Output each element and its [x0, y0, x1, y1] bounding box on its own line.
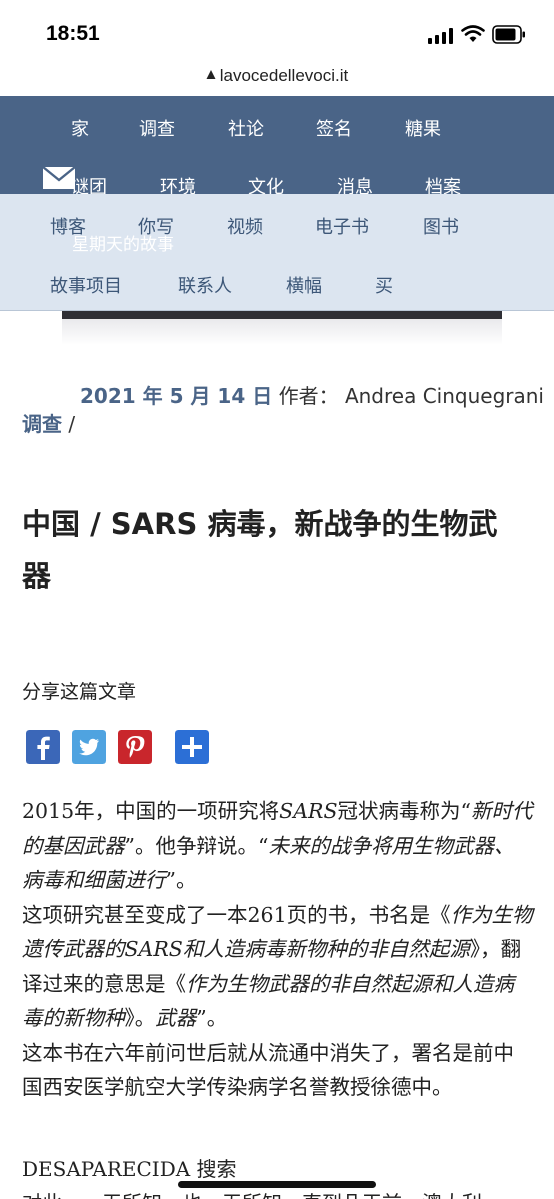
- address-bar[interactable]: lavocedellevoci.it: [0, 64, 554, 96]
- p1-italic-sars: SARS: [279, 799, 338, 823]
- cellular-signal-icon: [428, 28, 454, 44]
- wifi-icon: [461, 25, 485, 42]
- category-separator: /: [62, 412, 76, 436]
- p2-text-a: 这项研究甚至变成了一本261页的书，书名是《: [22, 902, 451, 927]
- title-bold: SARS: [110, 507, 198, 541]
- status-time: 18:51: [46, 22, 100, 45]
- p2-text-g: ”。: [196, 1006, 228, 1030]
- hero-image-fade: [62, 319, 502, 345]
- nav-item-books[interactable]: 图书: [423, 213, 459, 239]
- article-body: 2015年，中国的一项研究将SARS冠状病毒称为“新时代的基因武器”。他争辩说。…: [22, 794, 534, 1105]
- facebook-icon[interactable]: [26, 730, 60, 764]
- p1-text-a: 2015年，中国的一项研究将: [22, 799, 280, 823]
- nav-item-buy[interactable]: 买: [375, 272, 393, 298]
- overlay-caption: 星期天的故事: [72, 235, 174, 255]
- lock-icon: [206, 70, 216, 79]
- nav-item-signatures[interactable]: 签名: [316, 115, 352, 141]
- mail-icon[interactable]: [42, 166, 76, 190]
- article-category-line: 调查 /: [22, 408, 75, 437]
- pinterest-icon[interactable]: [118, 730, 152, 764]
- primary-nav: 家 调查 社论 签名 糖果 谜团 环境 文化 消息 档案: [0, 96, 554, 198]
- nav-item-investigation[interactable]: 调查: [139, 115, 175, 141]
- url-text: lavocedellevoci.it: [219, 66, 349, 85]
- article-date[interactable]: 2021 年 5 月 14 日: [80, 384, 272, 408]
- hero-image: [62, 311, 502, 319]
- nav-item-story-project[interactable]: 故事项目: [50, 272, 122, 298]
- status-bar: 18:51: [0, 0, 554, 64]
- share-plus-icon[interactable]: [175, 730, 209, 764]
- nav-item-contacts[interactable]: 联系人: [178, 272, 232, 298]
- p2-italic-weapons: 武器: [155, 1006, 197, 1030]
- p1-text-c: 冠状病毒称为“: [337, 799, 471, 823]
- paragraph-3: 这本书在六年前问世后就从流通中消失了，署名是前中国西安医学航空大学传染病学名誉教…: [22, 1040, 514, 1100]
- nav-item-candy[interactable]: 糖果: [405, 115, 441, 141]
- p1-text-g: ”。: [165, 868, 197, 892]
- title-prefix: 中国 /: [22, 507, 111, 541]
- section-heading: DESAPARECIDA 搜索: [22, 1157, 237, 1181]
- author-label: 作者：: [278, 384, 339, 408]
- share-buttons: [26, 730, 226, 764]
- battery-icon: [492, 25, 525, 44]
- nav-item-banners[interactable]: 横幅: [286, 272, 322, 298]
- next-paragraph-line: 对此，一无所知，也一无所知，直到几天前，澳大利: [22, 1187, 482, 1199]
- p2-text-e: 》。: [124, 1006, 156, 1030]
- nav-item-ebooks[interactable]: 电子书: [315, 213, 369, 239]
- paragraph-1: 2015年，中国的一项研究将SARS冠状病毒称为“新时代的基因武器”。他争辩说。…: [22, 794, 534, 898]
- article-title: 中国 / SARS 病毒，新战争的生物武器: [22, 498, 522, 602]
- p1-text-e: ”。他争辩说。“: [124, 833, 269, 858]
- author-name[interactable]: Andrea Cinquegrani: [345, 384, 544, 408]
- nav-item-video[interactable]: 视频: [227, 213, 263, 239]
- paragraph-2: 这项研究甚至变成了一本261页的书，书名是《作为生物遗传武器的SARS和人造病毒…: [22, 898, 534, 1036]
- nav-item-home[interactable]: 家: [71, 115, 89, 141]
- nav-item-editorial[interactable]: 社论: [228, 115, 264, 141]
- category-link[interactable]: 调查: [22, 412, 62, 436]
- twitter-icon[interactable]: [72, 730, 106, 764]
- share-label: 分享这篇文章: [22, 681, 137, 703]
- home-indicator[interactable]: [178, 1181, 376, 1188]
- article-meta: 2021 年 5 月 14 日 作者： Andrea Cinquegrani: [80, 380, 544, 409]
